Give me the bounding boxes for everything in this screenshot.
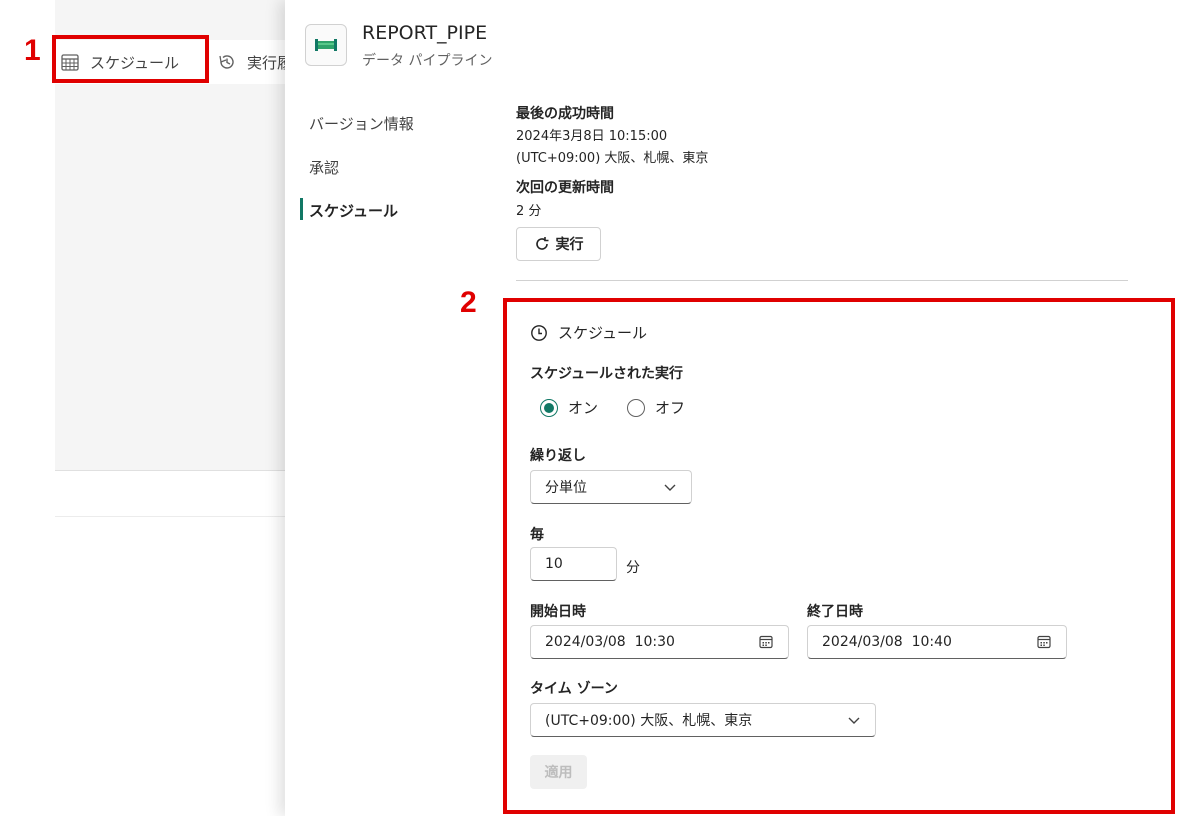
nav-item-approval[interactable]: 承認: [309, 157, 339, 178]
panel-title: REPORT_PIPE: [362, 22, 488, 44]
annotation-box-1: [52, 35, 209, 83]
panel-subtitle: データ パイプライン: [362, 53, 493, 69]
background-divider: [55, 516, 295, 517]
annotation-box-2: [503, 298, 1175, 814]
last-success-value: 2024年3月8日 10:15:00: [516, 129, 668, 144]
next-refresh-value: 2 分: [516, 204, 542, 219]
run-button-label: 実行: [555, 237, 584, 253]
last-success-timezone: (UTC+09:00) 大阪、札幌、東京: [516, 151, 709, 166]
refresh-icon: [535, 237, 548, 250]
pipeline-icon: [305, 24, 347, 66]
annotation-marker-2: 2: [460, 286, 477, 319]
history-icon: [219, 55, 234, 69]
toolbar-history-label: 実行履: [247, 53, 285, 72]
nav-active-indicator: [300, 198, 303, 220]
last-success-label: 最後の成功時間: [516, 106, 614, 122]
nav-item-version-info[interactable]: バージョン情報: [309, 113, 414, 134]
annotation-marker-1: 1: [24, 34, 41, 67]
toolbar-history-button[interactable]: 実行履: [217, 48, 285, 76]
nav-item-schedule[interactable]: スケジュール: [309, 200, 398, 221]
section-divider: [516, 280, 1128, 281]
run-button[interactable]: 実行: [516, 227, 601, 261]
next-refresh-label: 次回の更新時間: [516, 180, 614, 196]
